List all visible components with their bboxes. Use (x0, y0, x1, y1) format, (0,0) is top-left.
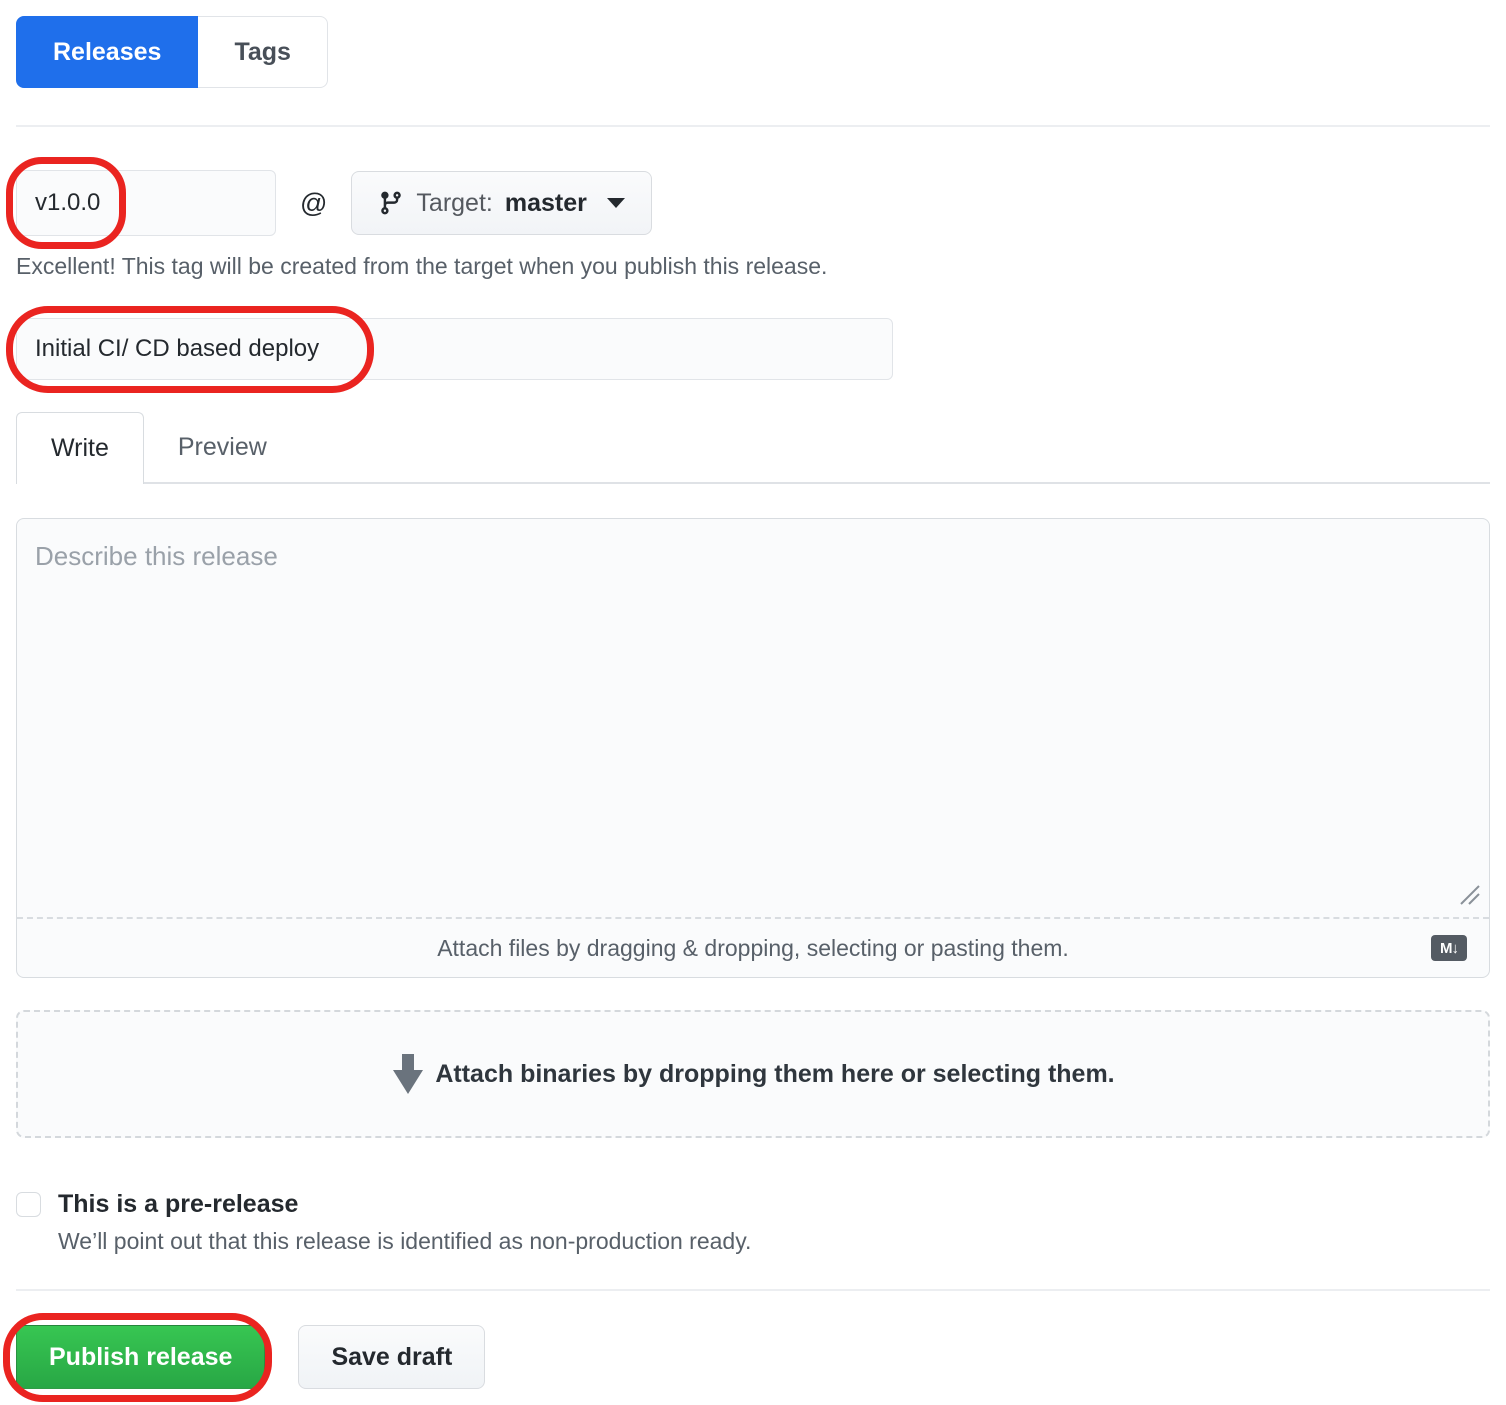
publish-release-button[interactable]: Publish release (16, 1325, 265, 1389)
prerelease-description: We’ll point out that this release is ide… (58, 1228, 1490, 1255)
binaries-dropzone-text: Attach binaries by dropping them here or… (435, 1060, 1114, 1089)
tab-tags[interactable]: Tags (198, 16, 328, 88)
attach-files-text: Attach files by dragging & dropping, sel… (437, 935, 1069, 962)
action-buttons-row: Publish release Save draft (16, 1325, 1490, 1389)
tag-validation-hint: Excellent! This tag will be created from… (16, 253, 1490, 280)
prerelease-label: This is a pre-release (58, 1190, 298, 1219)
at-symbol: @ (300, 188, 327, 219)
download-arrow-icon (391, 1052, 425, 1096)
target-branch-name: master (505, 189, 587, 218)
resize-handle[interactable] (1457, 882, 1481, 911)
markdown-icon: M↓ (1431, 935, 1467, 961)
release-description-textarea[interactable]: Describe this release (17, 519, 1489, 917)
header-divider (16, 125, 1490, 127)
release-title-row (16, 318, 1490, 380)
tab-preview[interactable]: Preview (144, 412, 301, 482)
tag-version-input[interactable] (16, 170, 276, 236)
prerelease-checkbox[interactable] (16, 1192, 41, 1217)
release-description-editor: Describe this release Attach files by dr… (16, 518, 1490, 978)
tab-releases[interactable]: Releases (16, 16, 198, 88)
new-release-page: Releases Tags @ Target: master Excellent… (0, 0, 1506, 1405)
target-branch-dropdown[interactable]: Target: master (351, 171, 651, 235)
releases-tags-switcher: Releases Tags (16, 16, 328, 88)
binaries-dropzone[interactable]: Attach binaries by dropping them here or… (16, 1010, 1490, 1138)
tab-write[interactable]: Write (16, 412, 144, 484)
footer-divider (16, 1289, 1490, 1291)
release-title-input[interactable] (16, 318, 893, 380)
chevron-down-icon (607, 198, 625, 208)
save-draft-button[interactable]: Save draft (298, 1325, 485, 1389)
attach-files-bar[interactable]: Attach files by dragging & dropping, sel… (17, 917, 1489, 977)
tag-target-row: @ Target: master (16, 170, 1490, 236)
target-prefix-label: Target: (416, 189, 492, 218)
git-branch-icon (378, 190, 404, 216)
description-placeholder: Describe this release (35, 541, 278, 571)
editor-tab-bar: Write Preview (16, 414, 1490, 484)
prerelease-section: This is a pre-release We’ll point out th… (16, 1190, 1490, 1255)
